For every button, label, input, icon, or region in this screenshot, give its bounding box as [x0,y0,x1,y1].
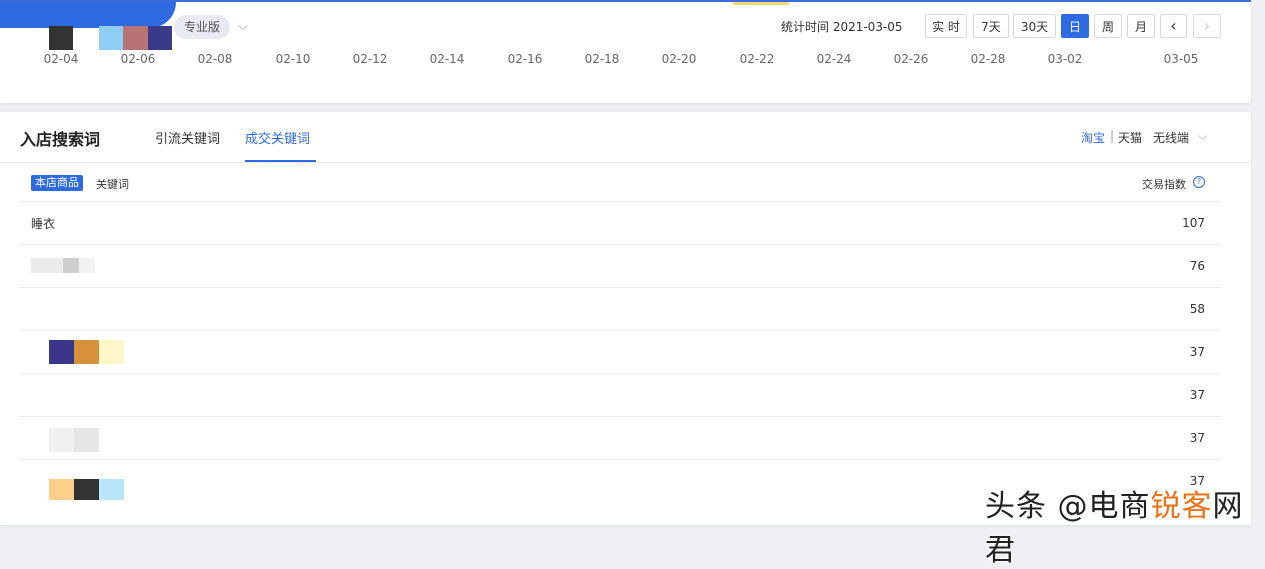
row-value: 107 [1182,216,1205,230]
x-tick: 02-16 [507,52,543,66]
device-select[interactable]: 无线端 [1153,129,1189,146]
x-tick: 02-08 [197,52,233,66]
watermark-prefix: 头条 @电商 [985,489,1151,524]
x-tick: 02-12 [352,52,388,66]
chevron-down-icon[interactable]: ⌵ [1198,129,1207,144]
table-row[interactable]: 37 [20,373,1220,416]
column-header-trade-index: 交易指数 [1142,178,1186,191]
row-value: 37 [1189,388,1205,402]
edition-badge: 专业版 [174,15,231,39]
platform-separator: | [1110,129,1115,143]
watermark: 头条 @电商锐客网君 [985,481,1265,569]
tab-deal-keywords[interactable]: 成交关键词 [245,128,310,147]
stat-time-label: 统计时间 2021-03-05 [781,20,903,34]
x-tick: 02-18 [584,52,620,66]
next-icon[interactable]: › [1193,14,1221,38]
row-value: 58 [1189,302,1205,316]
range-week-button[interactable]: 周 [1094,14,1122,38]
platform-tmall[interactable]: 天猫 [1118,129,1142,146]
brand-header-shape [0,2,176,28]
panel-title: 入店搜索词 [20,130,101,149]
x-tick: 02-24 [816,52,852,66]
x-tick: 02-22 [739,52,775,66]
x-tick: 02-06 [120,52,156,66]
range-30d-button[interactable]: 30天 [1013,14,1056,38]
keyword-table: 睡衣 107 76 58 37 37 37 37 [20,201,1220,502]
table-row[interactable]: 37 [20,330,1220,373]
chevron-down-icon[interactable]: ⌵ [238,15,248,39]
x-tick: 02-20 [661,52,697,66]
blurred-keyword [49,340,124,364]
table-row[interactable]: 睡衣 107 [20,201,1220,244]
range-7d-button[interactable]: 7天 [973,14,1009,38]
prev-icon[interactable]: ‹ [1160,14,1187,38]
blurred-keyword [49,428,99,452]
table-row[interactable]: 76 [20,244,1220,287]
divider [0,162,1251,163]
x-tick: 02-26 [893,52,929,66]
shop-items-tag[interactable]: 本店商品 [31,175,83,191]
x-tick: 02-04 [43,52,79,66]
blurred-keyword [49,479,124,500]
shop-logo-mosaic [49,26,175,50]
x-tick: 02-10 [275,52,311,66]
x-axis: 02-04 02-06 02-08 02-10 02-12 02-14 02-1… [0,52,1251,68]
trend-chart-card: 专业版 ⌵ 统计时间 2021-03-05 实 时 7天 30天 日 周 月 ‹… [0,0,1251,103]
x-tick: 03-05 [1163,52,1199,66]
row-value: 76 [1189,259,1205,273]
column-header-keyword: 关键词 [96,178,129,191]
row-keyword: 睡衣 [31,217,56,231]
range-month-button[interactable]: 月 [1127,14,1155,38]
row-value: 37 [1189,431,1205,445]
range-realtime-button[interactable]: 实 时 [925,14,967,38]
table-row[interactable]: 37 [20,416,1220,459]
blurred-keyword [31,258,95,273]
search-terms-panel: 入店搜索词 引流关键词 成交关键词 淘宝 | 天猫 无线端 ⌵ 本店商品 关键词… [0,112,1251,525]
highlight-marker [733,2,789,5]
row-value: 37 [1189,345,1205,359]
platform-taobao[interactable]: 淘宝 [1081,129,1105,146]
x-tick: 03-02 [1047,52,1083,66]
watermark-accent: 锐客 [1150,489,1213,524]
x-tick: 02-14 [429,52,465,66]
tab-traffic-keywords[interactable]: 引流关键词 [155,128,220,147]
help-icon[interactable]: ? [1193,176,1205,188]
range-day-button[interactable]: 日 [1061,14,1089,38]
x-tick: 02-28 [970,52,1006,66]
table-row[interactable]: 58 [20,287,1220,330]
